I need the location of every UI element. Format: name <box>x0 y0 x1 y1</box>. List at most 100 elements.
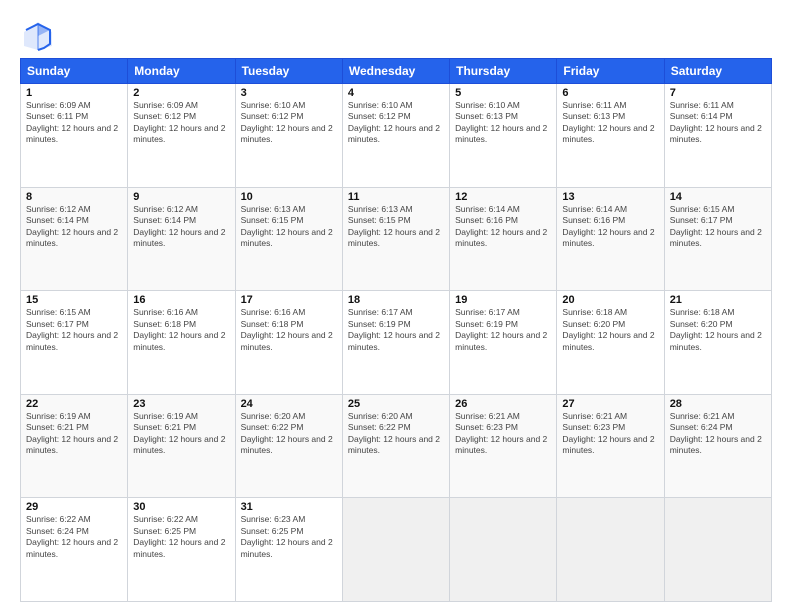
weekday-friday: Friday <box>557 59 664 84</box>
day-number: 23 <box>133 398 229 410</box>
calendar-cell: 28 Sunrise: 6:21 AM Sunset: 6:24 PM Dayl… <box>664 394 771 498</box>
day-number: 4 <box>348 87 444 99</box>
day-info: Sunrise: 6:17 AM Sunset: 6:19 PM Dayligh… <box>455 307 551 353</box>
day-info: Sunrise: 6:23 AM Sunset: 6:25 PM Dayligh… <box>241 514 337 560</box>
day-info: Sunrise: 6:10 AM Sunset: 6:13 PM Dayligh… <box>455 100 551 146</box>
day-number: 15 <box>26 294 122 306</box>
calendar-cell: 3 Sunrise: 6:10 AM Sunset: 6:12 PM Dayli… <box>235 84 342 188</box>
calendar-cell <box>664 498 771 602</box>
calendar-cell <box>450 498 557 602</box>
day-number: 8 <box>26 191 122 203</box>
week-row-1: 1 Sunrise: 6:09 AM Sunset: 6:11 PM Dayli… <box>21 84 772 188</box>
calendar-cell: 9 Sunrise: 6:12 AM Sunset: 6:14 PM Dayli… <box>128 187 235 291</box>
calendar-body: 1 Sunrise: 6:09 AM Sunset: 6:11 PM Dayli… <box>21 84 772 602</box>
logo-icon <box>20 18 50 48</box>
day-info: Sunrise: 6:14 AM Sunset: 6:16 PM Dayligh… <box>562 204 658 250</box>
day-info: Sunrise: 6:16 AM Sunset: 6:18 PM Dayligh… <box>241 307 337 353</box>
day-info: Sunrise: 6:21 AM Sunset: 6:23 PM Dayligh… <box>455 411 551 457</box>
week-row-3: 15 Sunrise: 6:15 AM Sunset: 6:17 PM Dayl… <box>21 291 772 395</box>
weekday-tuesday: Tuesday <box>235 59 342 84</box>
calendar-cell: 6 Sunrise: 6:11 AM Sunset: 6:13 PM Dayli… <box>557 84 664 188</box>
calendar-cell <box>557 498 664 602</box>
calendar-cell: 25 Sunrise: 6:20 AM Sunset: 6:22 PM Dayl… <box>342 394 449 498</box>
day-info: Sunrise: 6:09 AM Sunset: 6:11 PM Dayligh… <box>26 100 122 146</box>
calendar-cell <box>342 498 449 602</box>
weekday-saturday: Saturday <box>664 59 771 84</box>
day-info: Sunrise: 6:10 AM Sunset: 6:12 PM Dayligh… <box>241 100 337 146</box>
day-info: Sunrise: 6:20 AM Sunset: 6:22 PM Dayligh… <box>241 411 337 457</box>
weekday-monday: Monday <box>128 59 235 84</box>
weekday-header: SundayMondayTuesdayWednesdayThursdayFrid… <box>21 59 772 84</box>
day-number: 19 <box>455 294 551 306</box>
day-info: Sunrise: 6:22 AM Sunset: 6:25 PM Dayligh… <box>133 514 229 560</box>
day-number: 29 <box>26 501 122 513</box>
day-number: 2 <box>133 87 229 99</box>
day-number: 5 <box>455 87 551 99</box>
day-number: 1 <box>26 87 122 99</box>
calendar-cell: 4 Sunrise: 6:10 AM Sunset: 6:12 PM Dayli… <box>342 84 449 188</box>
day-info: Sunrise: 6:15 AM Sunset: 6:17 PM Dayligh… <box>26 307 122 353</box>
day-info: Sunrise: 6:18 AM Sunset: 6:20 PM Dayligh… <box>562 307 658 353</box>
calendar-cell: 12 Sunrise: 6:14 AM Sunset: 6:16 PM Dayl… <box>450 187 557 291</box>
weekday-sunday: Sunday <box>21 59 128 84</box>
day-number: 9 <box>133 191 229 203</box>
calendar-cell: 26 Sunrise: 6:21 AM Sunset: 6:23 PM Dayl… <box>450 394 557 498</box>
calendar-cell: 19 Sunrise: 6:17 AM Sunset: 6:19 PM Dayl… <box>450 291 557 395</box>
day-info: Sunrise: 6:13 AM Sunset: 6:15 PM Dayligh… <box>348 204 444 250</box>
day-number: 26 <box>455 398 551 410</box>
day-number: 30 <box>133 501 229 513</box>
day-info: Sunrise: 6:14 AM Sunset: 6:16 PM Dayligh… <box>455 204 551 250</box>
day-info: Sunrise: 6:12 AM Sunset: 6:14 PM Dayligh… <box>26 204 122 250</box>
day-info: Sunrise: 6:11 AM Sunset: 6:14 PM Dayligh… <box>670 100 766 146</box>
week-row-2: 8 Sunrise: 6:12 AM Sunset: 6:14 PM Dayli… <box>21 187 772 291</box>
week-row-5: 29 Sunrise: 6:22 AM Sunset: 6:24 PM Dayl… <box>21 498 772 602</box>
day-number: 10 <box>241 191 337 203</box>
weekday-thursday: Thursday <box>450 59 557 84</box>
calendar-cell: 31 Sunrise: 6:23 AM Sunset: 6:25 PM Dayl… <box>235 498 342 602</box>
calendar-cell: 14 Sunrise: 6:15 AM Sunset: 6:17 PM Dayl… <box>664 187 771 291</box>
calendar-cell: 22 Sunrise: 6:19 AM Sunset: 6:21 PM Dayl… <box>21 394 128 498</box>
day-info: Sunrise: 6:18 AM Sunset: 6:20 PM Dayligh… <box>670 307 766 353</box>
calendar-cell: 16 Sunrise: 6:16 AM Sunset: 6:18 PM Dayl… <box>128 291 235 395</box>
calendar-cell: 17 Sunrise: 6:16 AM Sunset: 6:18 PM Dayl… <box>235 291 342 395</box>
calendar-cell: 8 Sunrise: 6:12 AM Sunset: 6:14 PM Dayli… <box>21 187 128 291</box>
day-info: Sunrise: 6:10 AM Sunset: 6:12 PM Dayligh… <box>348 100 444 146</box>
day-number: 6 <box>562 87 658 99</box>
day-number: 17 <box>241 294 337 306</box>
page: SundayMondayTuesdayWednesdayThursdayFrid… <box>0 0 792 612</box>
calendar-cell: 15 Sunrise: 6:15 AM Sunset: 6:17 PM Dayl… <box>21 291 128 395</box>
weekday-wednesday: Wednesday <box>342 59 449 84</box>
day-info: Sunrise: 6:19 AM Sunset: 6:21 PM Dayligh… <box>133 411 229 457</box>
day-number: 27 <box>562 398 658 410</box>
day-info: Sunrise: 6:22 AM Sunset: 6:24 PM Dayligh… <box>26 514 122 560</box>
day-info: Sunrise: 6:15 AM Sunset: 6:17 PM Dayligh… <box>670 204 766 250</box>
calendar-cell: 10 Sunrise: 6:13 AM Sunset: 6:15 PM Dayl… <box>235 187 342 291</box>
day-number: 28 <box>670 398 766 410</box>
calendar-cell: 20 Sunrise: 6:18 AM Sunset: 6:20 PM Dayl… <box>557 291 664 395</box>
calendar-cell: 23 Sunrise: 6:19 AM Sunset: 6:21 PM Dayl… <box>128 394 235 498</box>
calendar-cell: 5 Sunrise: 6:10 AM Sunset: 6:13 PM Dayli… <box>450 84 557 188</box>
day-info: Sunrise: 6:17 AM Sunset: 6:19 PM Dayligh… <box>348 307 444 353</box>
day-number: 18 <box>348 294 444 306</box>
calendar-cell: 27 Sunrise: 6:21 AM Sunset: 6:23 PM Dayl… <box>557 394 664 498</box>
day-info: Sunrise: 6:09 AM Sunset: 6:12 PM Dayligh… <box>133 100 229 146</box>
calendar-cell: 11 Sunrise: 6:13 AM Sunset: 6:15 PM Dayl… <box>342 187 449 291</box>
calendar-cell: 30 Sunrise: 6:22 AM Sunset: 6:25 PM Dayl… <box>128 498 235 602</box>
calendar-cell: 13 Sunrise: 6:14 AM Sunset: 6:16 PM Dayl… <box>557 187 664 291</box>
day-number: 20 <box>562 294 658 306</box>
day-info: Sunrise: 6:21 AM Sunset: 6:23 PM Dayligh… <box>562 411 658 457</box>
day-number: 3 <box>241 87 337 99</box>
day-info: Sunrise: 6:11 AM Sunset: 6:13 PM Dayligh… <box>562 100 658 146</box>
calendar-cell: 18 Sunrise: 6:17 AM Sunset: 6:19 PM Dayl… <box>342 291 449 395</box>
week-row-4: 22 Sunrise: 6:19 AM Sunset: 6:21 PM Dayl… <box>21 394 772 498</box>
day-info: Sunrise: 6:16 AM Sunset: 6:18 PM Dayligh… <box>133 307 229 353</box>
day-number: 21 <box>670 294 766 306</box>
day-number: 11 <box>348 191 444 203</box>
calendar-cell: 1 Sunrise: 6:09 AM Sunset: 6:11 PM Dayli… <box>21 84 128 188</box>
day-info: Sunrise: 6:12 AM Sunset: 6:14 PM Dayligh… <box>133 204 229 250</box>
calendar-table: SundayMondayTuesdayWednesdayThursdayFrid… <box>20 58 772 602</box>
calendar-cell: 29 Sunrise: 6:22 AM Sunset: 6:24 PM Dayl… <box>21 498 128 602</box>
day-info: Sunrise: 6:13 AM Sunset: 6:15 PM Dayligh… <box>241 204 337 250</box>
day-number: 31 <box>241 501 337 513</box>
day-number: 13 <box>562 191 658 203</box>
